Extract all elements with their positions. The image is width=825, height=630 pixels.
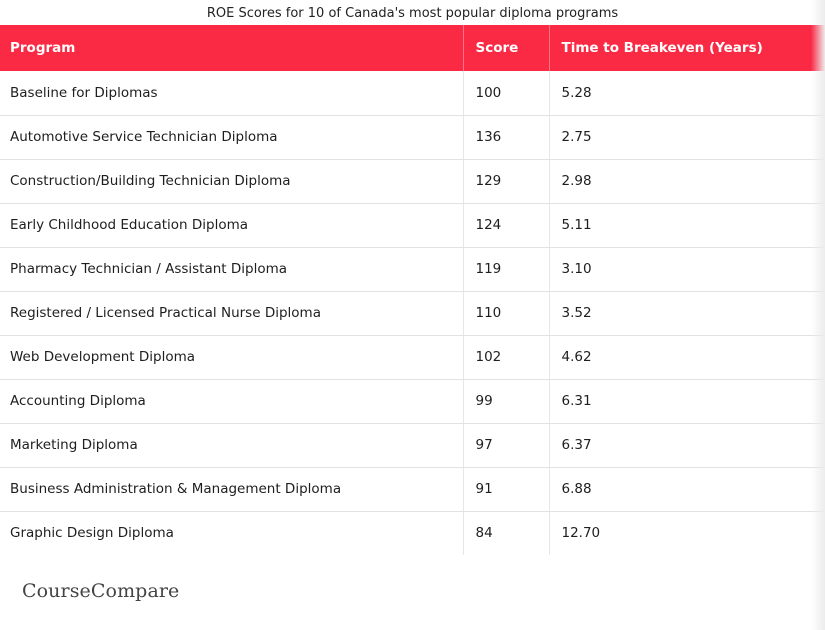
- breakeven-time-cell: 2.98: [549, 159, 825, 204]
- program-cell: Graphic Design Diploma: [0, 511, 464, 555]
- breakeven-time-cell: 6.37: [549, 423, 825, 468]
- score-cell: 124: [463, 203, 550, 248]
- score-cell: 97: [463, 423, 550, 468]
- breakeven-time-cell: 12.70: [561, 525, 601, 542]
- coursecompare-logo: CourseCompare: [22, 580, 180, 602]
- table-row: Early Childhood Education Diploma 124 5.11: [0, 203, 825, 248]
- score-cell: 100: [463, 71, 550, 116]
- score-cell: 102: [463, 335, 550, 380]
- program-cell: Construction/Building Technician Diploma: [0, 159, 464, 204]
- breakeven-time-cell: 6.88: [549, 467, 825, 512]
- program-cell: Accounting Diploma: [0, 379, 464, 424]
- program-cell: Automotive Service Technician Diploma: [0, 115, 464, 160]
- table-row: Baseline for Diplomas 100 5.28: [0, 71, 825, 116]
- program-cell: Early Childhood Education Diploma: [0, 203, 464, 248]
- column-header-time-to-breakeven: Time to Breakeven (Years): [561, 40, 763, 56]
- table-row: Graphic Design Diploma 84 12.70: [0, 511, 825, 555]
- breakeven-time-cell: 3.10: [549, 247, 825, 292]
- table-row: Construction/Building Technician Diploma…: [0, 159, 825, 204]
- score-cell: 110: [463, 291, 550, 336]
- roe-scores-table: Program Score Time to Breakeven (Years) …: [0, 25, 825, 555]
- table-row: Web Development Diploma 102 4.62: [0, 335, 825, 380]
- score-cell: 129: [463, 159, 550, 204]
- breakeven-time-cell: 6.31: [549, 379, 825, 424]
- breakeven-time-cell: 3.52: [549, 291, 825, 336]
- table-row: Marketing Diploma 97 6.37: [0, 423, 825, 468]
- table-body: Baseline for Diplomas 100 5.28 Automotive S…: [0, 71, 825, 555]
- breakeven-time-cell: 4.62: [549, 335, 825, 380]
- table-row: Registered / Licensed Practical Nurse Di…: [0, 291, 825, 336]
- program-cell: Business Administration & Management Dip…: [0, 467, 464, 512]
- score-cell: 84: [463, 511, 550, 555]
- program-cell: Pharmacy Technician / Assistant Diploma: [0, 247, 464, 292]
- table-header-row: Program Score Time to Breakeven (Years): [0, 25, 825, 71]
- program-cell: Web Development Diploma: [0, 335, 464, 380]
- table-row: Business Administration & Management Dip…: [0, 467, 825, 512]
- program-cell: Registered / Licensed Practical Nurse Di…: [0, 291, 464, 336]
- score-cell: 119: [463, 247, 550, 292]
- breakeven-time-cell: 2.75: [549, 115, 825, 160]
- table-row: Pharmacy Technician / Assistant Diploma 1…: [0, 247, 825, 292]
- breakeven-time-cell: 5.28: [549, 71, 825, 116]
- score-cell: 136: [463, 115, 550, 160]
- program-cell: Baseline for Diplomas: [0, 71, 464, 116]
- breakeven-time-cell: 5.11: [549, 203, 825, 248]
- score-cell: 91: [463, 467, 550, 512]
- program-cell: Marketing Diploma: [0, 423, 464, 468]
- page: ROE Scores for 10 of Canada's most popul…: [0, 0, 825, 630]
- chart-title: ROE Scores for 10 of Canada's most popul…: [206, 6, 619, 21]
- column-header-program: Program: [0, 25, 464, 71]
- score-cell: 99: [463, 379, 550, 424]
- column-header-score: Score: [463, 25, 550, 71]
- table-row: Accounting Diploma 99 6.31: [0, 379, 825, 424]
- table-row: Automotive Service Technician Diploma 136…: [0, 115, 825, 160]
